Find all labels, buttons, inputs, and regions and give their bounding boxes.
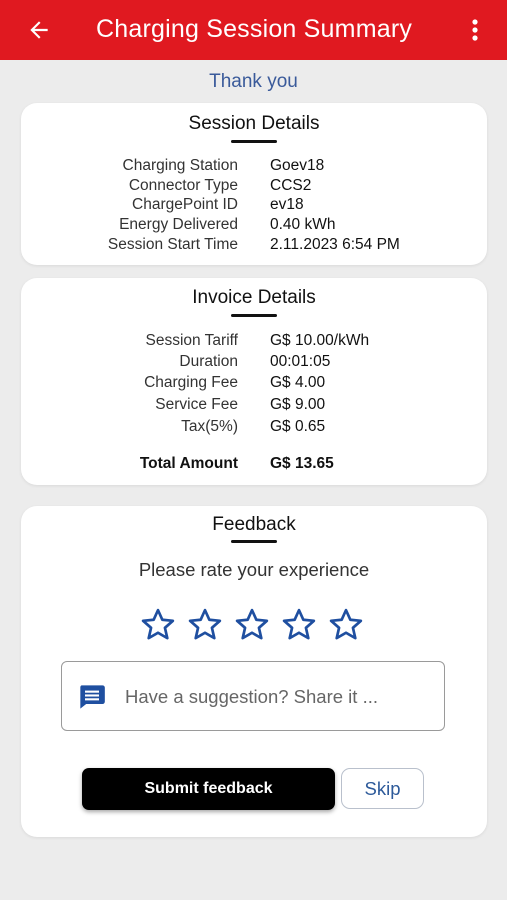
star-1-icon[interactable] <box>139 606 177 644</box>
invoice-row-charging-fee: Charging Fee G$ 4.00 <box>21 373 487 393</box>
detail-label: Connector Type <box>128 177 238 194</box>
invoice-row-session-tariff: Session Tariff G$ 10.00/kWh <box>21 331 487 351</box>
feedback-card: Feedback Please rate your experience Hav… <box>21 506 487 837</box>
detail-row-charging-station: Charging Station Goev18 <box>21 156 487 176</box>
detail-row-energy-delivered: Energy Delivered 0.40 kWh <box>21 215 487 235</box>
app-bar: Charging Session Summary <box>0 0 507 60</box>
star-5-icon[interactable] <box>327 606 365 644</box>
title-underline <box>231 314 277 317</box>
detail-value: 0.40 kWh <box>270 216 336 233</box>
detail-label: ChargePoint ID <box>132 196 238 213</box>
detail-value: Goev18 <box>270 157 325 174</box>
session-details-title: Session Details <box>188 113 320 134</box>
title-underline <box>231 140 277 143</box>
invoice-label: Tax(5%) <box>181 418 238 435</box>
chat-bubble-icon <box>80 685 105 709</box>
feedback-title: Feedback <box>212 514 296 535</box>
invoice-row-duration: Duration 00:01:05 <box>21 352 487 372</box>
star-4-icon[interactable] <box>280 606 318 644</box>
invoice-label: Session Tariff <box>145 332 238 349</box>
title-underline <box>231 540 277 543</box>
invoice-value: G$ 4.00 <box>270 374 326 391</box>
detail-label: Session Start Time <box>107 236 238 253</box>
invoice-value: 00:01:05 <box>270 353 331 370</box>
invoice-value: G$ 10.00/kWh <box>270 332 370 349</box>
page-title: Charging Session Summary <box>96 15 413 43</box>
star-3-icon[interactable] <box>233 606 271 644</box>
invoice-details-title: Invoice Details <box>192 287 316 308</box>
detail-value: CCS2 <box>270 177 312 194</box>
star-rating <box>139 606 365 644</box>
invoice-label: Charging Fee <box>144 374 238 391</box>
invoice-details-card: Invoice Details Session Tariff G$ 10.00/… <box>21 278 487 485</box>
total-label: Total Amount <box>139 455 238 472</box>
detail-label: Energy Delivered <box>119 216 238 233</box>
invoice-value: G$ 0.65 <box>270 418 326 435</box>
detail-row-session-start-time: Session Start Time 2.11.2023 6:54 PM <box>21 235 487 255</box>
star-2-icon[interactable] <box>186 606 224 644</box>
submit-feedback-button[interactable]: Submit feedback <box>82 768 335 810</box>
detail-row-connector-type: Connector Type CCS2 <box>21 176 487 196</box>
invoice-label: Service Fee <box>155 396 238 413</box>
thank-you-text: Thank you <box>209 71 298 92</box>
detail-value: 2.11.2023 6:54 PM <box>270 236 400 253</box>
invoice-row-tax: Tax(5%) G$ 0.65 <box>21 417 487 437</box>
suggestion-placeholder: Have a suggestion? Share it ... <box>125 686 378 707</box>
detail-row-chargepoint-id: ChargePoint ID ev18 <box>21 195 487 215</box>
invoice-row-total-amount: Total Amount G$ 13.65 <box>21 454 487 474</box>
invoice-label: Duration <box>179 353 238 370</box>
detail-value: ev18 <box>270 196 304 213</box>
session-details-card: Session Details Charging Station Goev18 … <box>21 103 487 265</box>
total-value: G$ 13.65 <box>270 455 334 472</box>
invoice-row-service-fee: Service Fee G$ 9.00 <box>21 395 487 415</box>
skip-button[interactable]: Skip <box>341 768 424 809</box>
detail-label: Charging Station <box>122 157 238 174</box>
more-vertical-icon[interactable] <box>463 16 487 44</box>
back-arrow-icon[interactable] <box>24 15 54 45</box>
invoice-value: G$ 9.00 <box>270 396 326 413</box>
suggestion-input[interactable]: Have a suggestion? Share it ... <box>61 661 445 731</box>
rating-prompt: Please rate your experience <box>138 559 370 580</box>
